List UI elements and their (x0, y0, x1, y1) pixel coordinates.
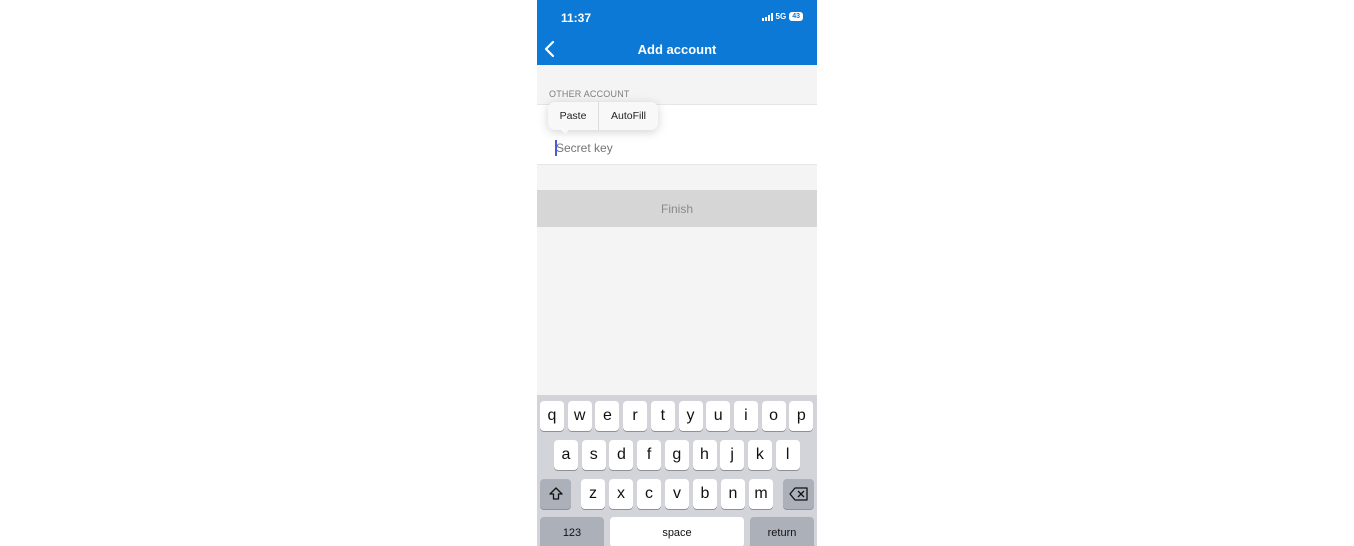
status-time: 11:37 (561, 11, 592, 25)
key-d[interactable]: d (609, 440, 634, 470)
key-a[interactable]: a (554, 440, 578, 470)
signal-icon (761, 12, 773, 21)
shift-icon (548, 487, 563, 500)
app-header: 11:37 5G 43 Add account (537, 0, 817, 65)
context-menu-pointer (559, 128, 571, 134)
numbers-key[interactable]: 123 (540, 517, 604, 546)
phone-screen: 11:37 5G 43 Add account OTHER ACCOUNT Pa… (537, 0, 817, 546)
key-r[interactable]: r (623, 401, 648, 431)
key-m[interactable]: m (749, 479, 773, 509)
text-cursor (555, 140, 557, 156)
delete-key[interactable] (783, 479, 814, 509)
shift-key[interactable] (540, 479, 571, 509)
key-z[interactable]: z (581, 479, 605, 509)
key-j[interactable]: j (720, 440, 745, 470)
key-p[interactable]: p (789, 401, 814, 431)
keyboard: 123 space return qwertyuiop asdfghjkl zxcv… (537, 395, 817, 546)
space-key[interactable]: space (610, 517, 744, 546)
key-n[interactable]: n (721, 479, 745, 509)
network-label: 5G (775, 12, 787, 21)
return-key[interactable]: return (750, 517, 814, 546)
key-h[interactable]: h (692, 440, 717, 470)
autofill-button[interactable]: AutoFill (599, 102, 658, 130)
key-o[interactable]: o (761, 401, 786, 431)
key-q[interactable]: q (540, 401, 564, 431)
key-x[interactable]: x (609, 479, 633, 509)
key-i[interactable]: i (733, 401, 758, 431)
status-indicators: 5G 43 (761, 12, 803, 21)
key-l[interactable]: l (775, 440, 800, 470)
key-s[interactable]: s (581, 440, 606, 470)
secret-key-input[interactable] (556, 141, 796, 155)
key-c[interactable]: c (637, 479, 661, 509)
key-y[interactable]: y (678, 401, 703, 431)
key-f[interactable]: f (637, 440, 662, 470)
finish-button[interactable]: Finish (537, 190, 817, 227)
key-w[interactable]: w (567, 401, 592, 431)
section-label: OTHER ACCOUNT (549, 89, 630, 99)
key-k[interactable]: k (747, 440, 772, 470)
key-v[interactable]: v (665, 479, 689, 509)
key-g[interactable]: g (664, 440, 689, 470)
battery-icon: 43 (789, 12, 803, 21)
key-b[interactable]: b (693, 479, 717, 509)
page-title: Add account (637, 42, 717, 57)
key-t[interactable]: t (650, 401, 675, 431)
key-e[interactable]: e (595, 401, 620, 431)
context-menu: Paste AutoFill (548, 102, 658, 130)
backspace-icon (788, 487, 808, 501)
paste-button[interactable]: Paste (548, 102, 598, 130)
key-u[interactable]: u (706, 401, 731, 431)
